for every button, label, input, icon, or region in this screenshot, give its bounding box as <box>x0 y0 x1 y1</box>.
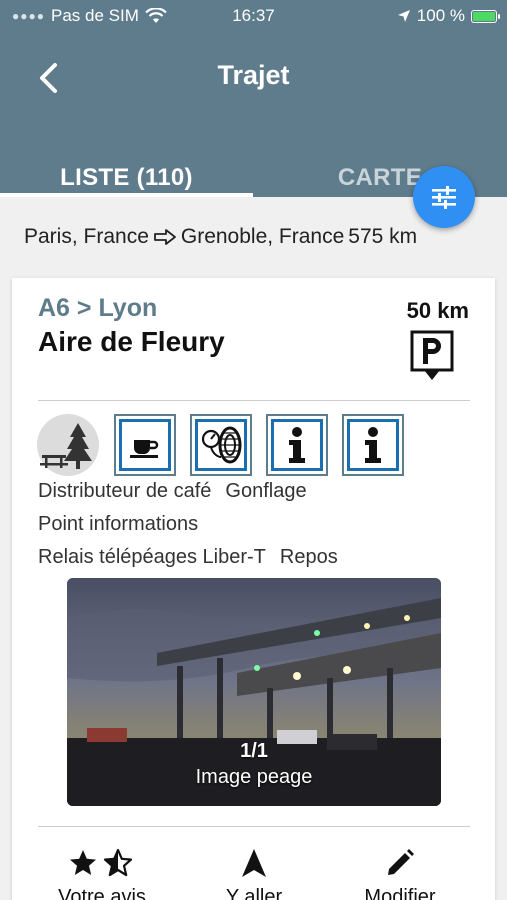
navigate-label: Y aller <box>225 886 283 900</box>
information-icon <box>342 414 404 476</box>
picnic-tree-icon <box>37 414 99 476</box>
tab-list[interactable]: LISTE (110) <box>0 164 253 192</box>
service-label: Point informations <box>38 513 199 535</box>
card-actions: Votre avis Y aller Modifier <box>12 836 495 900</box>
rate-button[interactable]: Votre avis <box>32 846 172 900</box>
nav-bar: Trajet <box>0 44 507 110</box>
route-destination: Grenoble, France <box>180 225 345 248</box>
navigation-arrow-icon <box>242 849 266 877</box>
rest-area-distance: 50 km <box>406 298 469 323</box>
edit-button[interactable]: Modifier <box>330 846 470 900</box>
edit-label: Modifier <box>364 886 436 900</box>
service-label: Distributeur de café <box>38 480 212 502</box>
tire-pressure-icon <box>190 414 252 476</box>
toll-photo[interactable]: 1/1 Image peage <box>67 578 441 806</box>
information-icon <box>266 414 328 476</box>
services-line: Relais télépéages Liber-T Repos <box>38 546 352 569</box>
battery-percent: 100 % <box>416 6 465 25</box>
services-line: Distributeur de café Gonflage <box>38 480 321 503</box>
road-direction: A6 > Lyon <box>38 294 158 322</box>
card-divider-top <box>38 400 470 401</box>
filter-button[interactable] <box>413 166 475 228</box>
photo-caption-text: Image peage <box>195 766 313 788</box>
photo-caption: 1/1 Image peage <box>67 738 441 790</box>
battery-icon <box>471 9 500 23</box>
sliders-icon <box>432 186 456 209</box>
navigate-button[interactable]: Y aller <box>184 846 324 900</box>
status-bar: ●●●● Pas de SIM 16:37 100 % <box>0 0 507 36</box>
page-title: Trajet <box>217 60 290 90</box>
route-origin: Paris, France <box>24 225 149 248</box>
coffee-icon <box>114 414 176 476</box>
service-icons <box>36 413 404 477</box>
app-header: ●●●● Pas de SIM 16:37 100 % Trajet LISTE… <box>0 0 507 197</box>
service-label: Relais télépéages Liber-T <box>38 546 266 568</box>
rest-area-name: Aire de Fleury <box>38 326 225 357</box>
star-rating-icon <box>70 848 133 877</box>
arrow-right-icon <box>153 229 176 245</box>
services-line: Point informations <box>38 513 212 536</box>
rest-area-card[interactable]: A6 > Lyon Aire de Fleury 50 km Distribut… <box>12 278 495 900</box>
service-label: Repos <box>279 546 338 568</box>
parking-icon <box>410 330 454 380</box>
pencil-icon <box>388 849 414 875</box>
card-divider-bottom <box>38 826 470 827</box>
service-label: Gonflage <box>225 480 307 502</box>
photo-counter: 1/1 <box>240 740 268 762</box>
rate-label: Votre avis <box>58 886 146 900</box>
location-arrow-icon <box>397 10 410 22</box>
route-distance: 575 km <box>348 225 418 248</box>
